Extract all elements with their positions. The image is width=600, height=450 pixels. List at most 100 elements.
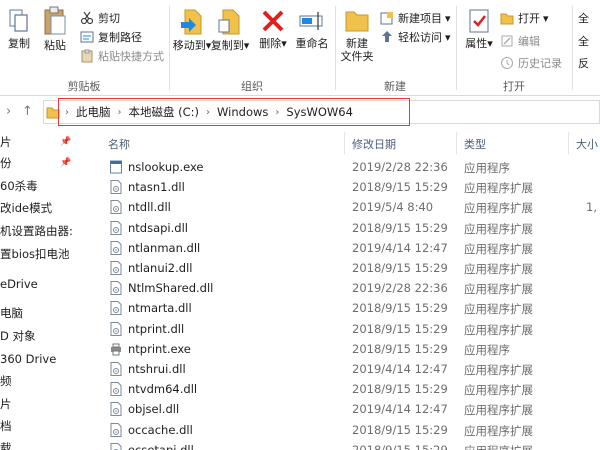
column-separator[interactable]	[344, 132, 345, 154]
nav-item[interactable]: 片 📌	[0, 132, 74, 152]
easy-access-button[interactable]: 轻松访问 ▾	[380, 29, 451, 45]
copy-path-button[interactable]: 复制路径	[80, 29, 142, 45]
file-row[interactable]: ntlanman.dll 2019/4/14 12:47 应用程序扩展	[92, 238, 600, 258]
nav-item-3d-objects[interactable]: D 对象	[0, 326, 74, 346]
delete-button[interactable]: 删除▾	[258, 8, 288, 50]
move-to-label: 移动到▾	[172, 39, 212, 52]
nav-item-label: 置bios扣电池	[0, 247, 70, 261]
forward-arrow-icon[interactable]: ›	[6, 104, 11, 119]
nav-item[interactable]: 份 📌	[0, 153, 74, 173]
chevron-right-icon[interactable]: ›	[206, 107, 210, 118]
file-row[interactable]: ntshrui.dll 2019/4/14 12:47 应用程序扩展	[92, 359, 600, 379]
dll-file-icon	[110, 402, 122, 417]
nav-item[interactable]: 置bios扣电池	[0, 244, 74, 264]
file-type: 应用程序扩展	[464, 423, 533, 438]
nav-item-pictures[interactable]: 片	[0, 394, 74, 414]
file-list: 名称 修改日期 类型 大小 nslookup.exe 2019/2/28 22:3…	[92, 128, 600, 450]
cut-button[interactable]: 剪切	[80, 10, 120, 26]
column-header-type[interactable]: 类型	[464, 136, 486, 152]
cut-label: 剪切	[98, 12, 120, 25]
dll-file-icon	[110, 240, 122, 255]
file-row[interactable]: ntdsapi.dll 2018/9/15 15:29 应用程序扩展	[92, 218, 600, 238]
new-item-button[interactable]: 新建项目 ▾	[380, 10, 451, 26]
dll-file-icon	[110, 442, 122, 450]
nav-item-label: 频	[0, 374, 12, 388]
file-date: 2018/9/15 15:29	[352, 180, 448, 195]
nav-item-downloads[interactable]: 载	[0, 438, 74, 450]
chevron-right-icon[interactable]: ›	[118, 107, 122, 118]
nav-item-label: 片	[0, 397, 12, 411]
history-button[interactable]: 历史记录	[500, 55, 562, 71]
chevron-down-icon: ▾	[543, 11, 549, 25]
column-separator[interactable]	[456, 132, 457, 154]
dll-file-icon	[110, 180, 122, 195]
file-row[interactable]: ntprint.dll 2018/9/15 15:29 应用程序扩展	[92, 319, 600, 339]
breadcrumb-item-syswow64[interactable]: SysWOW64	[286, 105, 353, 119]
file-date: 2018/9/15 15:29	[352, 301, 448, 316]
file-date: 2018/9/15 15:29	[352, 341, 448, 356]
properties-button[interactable]: 属性▾	[462, 8, 496, 50]
file-name: NtlmShared.dll	[128, 281, 214, 296]
breadcrumb-item-local-disk[interactable]: 本地磁盘 (C:)	[129, 104, 200, 120]
file-type: 应用程序扩展	[464, 383, 533, 398]
file-row[interactable]: ntvdm64.dll 2018/9/15 15:29 应用程序扩展	[92, 379, 600, 399]
nav-item-videos[interactable]: 频	[0, 371, 74, 391]
rename-icon	[299, 12, 323, 30]
new-folder-button[interactable]: 新建 文件夹	[338, 6, 376, 63]
nav-item-onedrive[interactable]: eDrive	[0, 274, 74, 294]
column-header-date[interactable]: 修改日期	[352, 136, 396, 152]
copy-icon	[9, 9, 28, 32]
file-type: 应用程序扩展	[464, 241, 533, 256]
breadcrumb: › 此电脑 › 本地磁盘 (C:) › Windows › SysWOW64	[58, 98, 410, 126]
new-item-icon	[380, 11, 394, 25]
file-row[interactable]: ntlanui2.dll 2018/9/15 15:29 应用程序扩展	[92, 258, 600, 278]
open-button[interactable]: 打开 ▾	[500, 10, 549, 26]
select-none-button[interactable]: 全	[578, 33, 589, 49]
column-separator[interactable]	[568, 132, 569, 154]
new-item-label: 新建项目	[398, 12, 442, 25]
file-row[interactable]: ntmarta.dll 2018/9/15 15:29 应用程序扩展	[92, 298, 600, 318]
file-type: 应用程序扩展	[464, 181, 533, 196]
select-all-button[interactable]: 全	[578, 10, 589, 26]
nav-item[interactable]: 60杀毒	[0, 176, 74, 196]
file-type: 应用程序扩展	[464, 443, 533, 450]
nav-item-this-pc[interactable]: 电脑	[0, 303, 74, 323]
column-header-name[interactable]: 名称	[108, 136, 130, 152]
file-row[interactable]: ocsetapi.dll 2018/9/15 15:29 应用程序扩展	[92, 440, 600, 450]
nav-item-360-drive[interactable]: 360 Drive	[0, 349, 74, 369]
properties-icon	[469, 9, 489, 33]
dll-file-icon	[110, 200, 122, 215]
chevron-right-icon[interactable]: ›	[275, 107, 279, 118]
paste-button[interactable]: 粘贴	[40, 6, 70, 52]
breadcrumb-item-this-pc[interactable]: 此电脑	[76, 104, 111, 120]
nav-item[interactable]: 改ide模式	[0, 198, 74, 218]
up-arrow-icon[interactable]: ↑	[22, 104, 33, 119]
copy-button[interactable]: 复制	[4, 8, 34, 50]
file-row[interactable]: occache.dll 2018/9/15 15:29 应用程序扩展	[92, 420, 600, 440]
file-row[interactable]: NtlmShared.dll 2019/2/28 22:36 应用程序扩展	[92, 278, 600, 298]
file-row[interactable]: ntprint.exe 2018/9/15 15:29 应用程序	[92, 339, 600, 359]
edit-label: 编辑	[518, 35, 540, 48]
rename-button[interactable]: 重命名	[294, 8, 330, 50]
nav-item-label: 360 Drive	[0, 352, 57, 366]
file-type: 应用程序扩展	[464, 201, 533, 216]
copy-to-button[interactable]: 复制到▾	[211, 6, 249, 52]
column-header-size[interactable]: 大小	[576, 136, 598, 152]
file-size: 1,	[586, 200, 597, 215]
edit-icon	[500, 34, 514, 48]
breadcrumb-item-windows[interactable]: Windows	[217, 105, 268, 119]
address-row: › ↑ › 此电脑 › 本地磁盘 (C:) › Windows › SysWOW…	[0, 96, 600, 128]
file-row[interactable]: objsel.dll 2019/4/14 12:47 应用程序扩展	[92, 399, 600, 419]
file-date: 2019/4/14 12:47	[352, 402, 448, 417]
edit-button[interactable]: 编辑	[500, 33, 540, 49]
paste-shortcut-button[interactable]: 粘贴快捷方式	[80, 48, 164, 64]
file-row[interactable]: ntdll.dll 2019/5/4 8:40 应用程序扩展 1,	[92, 197, 600, 217]
invert-selection-button[interactable]: 反	[578, 55, 589, 71]
file-row[interactable]: ntasn1.dll 2018/9/15 15:29 应用程序扩展	[92, 177, 600, 197]
nav-item[interactable]: 机设置路由器:	[0, 221, 74, 241]
nav-item-documents[interactable]: 档	[0, 416, 74, 436]
file-name: ntprint.dll	[128, 321, 185, 336]
dll-file-icon	[110, 261, 122, 275]
file-row[interactable]: nslookup.exe 2019/2/28 22:36 应用程序	[92, 157, 600, 177]
move-to-button[interactable]: 移动到▾	[172, 6, 212, 52]
